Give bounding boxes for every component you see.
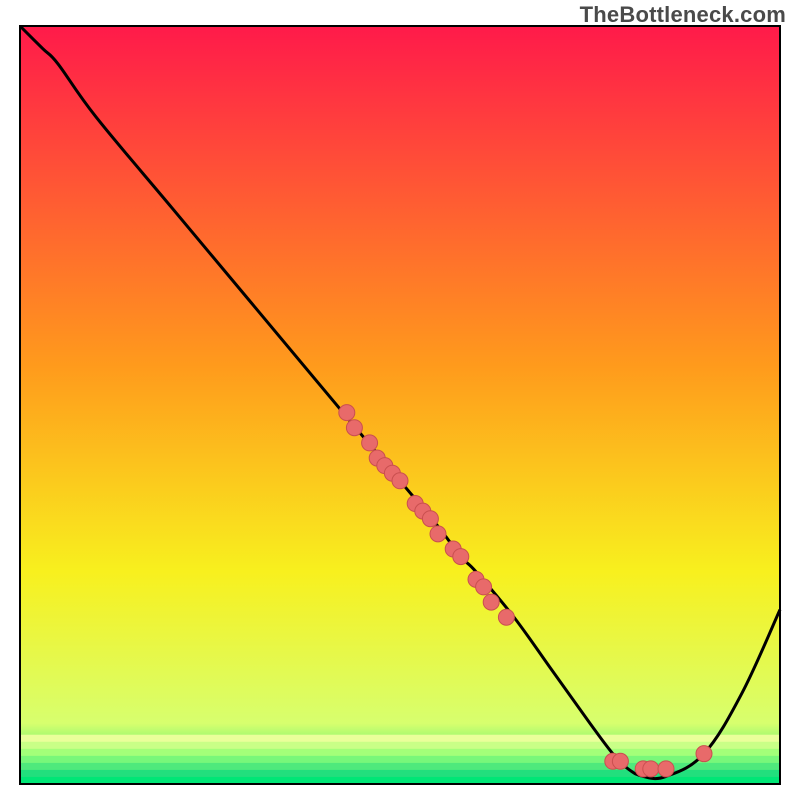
bottleneck-chart xyxy=(0,0,800,800)
data-marker xyxy=(612,753,628,769)
data-marker xyxy=(498,609,514,625)
data-marker xyxy=(362,435,378,451)
data-marker xyxy=(346,420,362,436)
data-marker xyxy=(658,761,674,777)
data-marker xyxy=(643,761,659,777)
data-marker xyxy=(696,746,712,762)
data-marker xyxy=(392,473,408,489)
data-marker xyxy=(422,511,438,527)
data-marker xyxy=(483,594,499,610)
data-marker xyxy=(476,579,492,595)
data-marker xyxy=(453,549,469,565)
plot-background xyxy=(20,26,780,784)
data-marker xyxy=(430,526,446,542)
chart-container: { "watermark": "TheBottleneck.com", "col… xyxy=(0,0,800,800)
watermark-text: TheBottleneck.com xyxy=(580,2,786,28)
data-marker xyxy=(339,405,355,421)
